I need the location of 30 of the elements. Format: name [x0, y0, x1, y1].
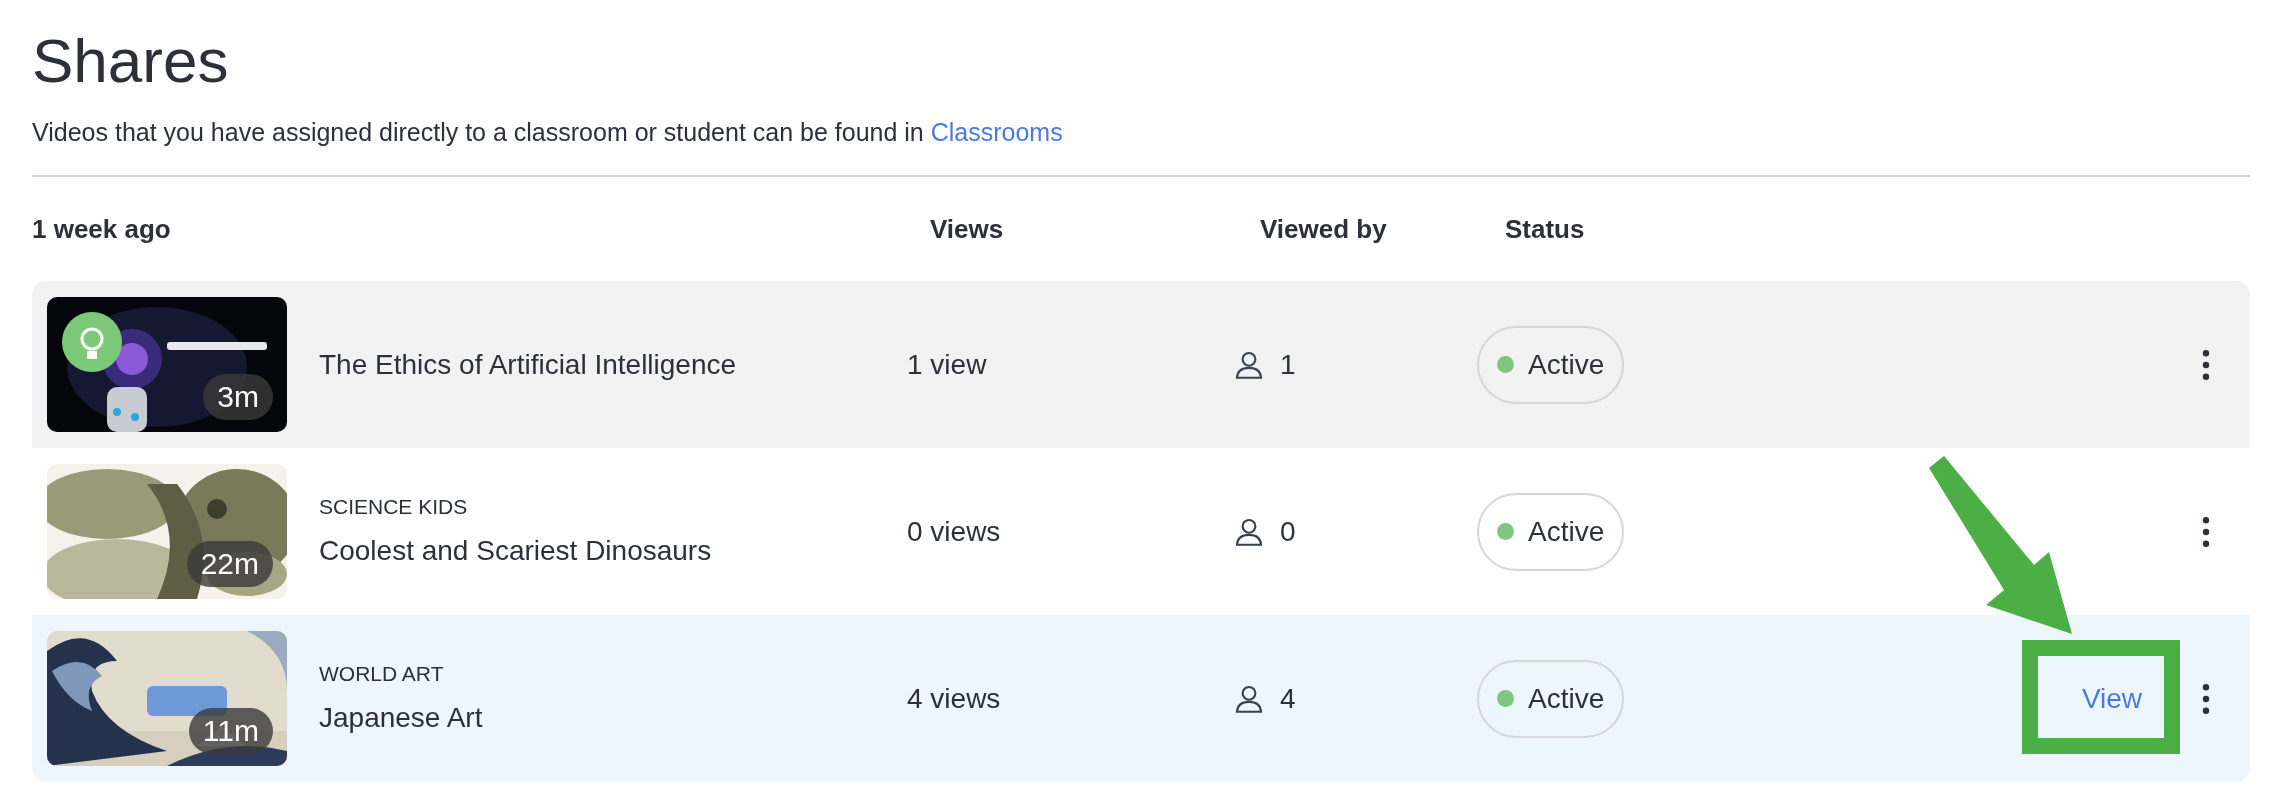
status-label: Active	[1528, 347, 1605, 382]
video-category: SCIENCE KIDS	[319, 493, 469, 520]
more-icon[interactable]	[2202, 348, 2210, 381]
video-title[interactable]: The Ethics of Artificial Intelligence	[319, 343, 907, 386]
video-category: WORLD ART	[319, 660, 445, 687]
video-thumbnail[interactable]: 11m	[47, 631, 287, 766]
video-title[interactable]: Japanese Art	[319, 697, 907, 740]
column-header: Status	[1505, 212, 1585, 246]
video-thumbnail[interactable]: 22m	[47, 464, 287, 599]
column-header: Views	[930, 212, 1005, 246]
view-button[interactable]: View	[2052, 658, 2172, 739]
status-label: Active	[1528, 514, 1605, 549]
column-header: Viewed by	[1260, 212, 1388, 246]
views-count: 4 views	[907, 681, 1002, 716]
group-label: 1 week ago	[32, 212, 172, 246]
share-row[interactable]: 3m The Ethics of Artificial Intelligence 1 view 1 Active	[32, 281, 2250, 448]
viewer-count: 0	[1280, 514, 1296, 549]
viewer-count: 1	[1280, 347, 1296, 382]
more-icon[interactable]	[2202, 515, 2210, 548]
views-count: 0 views	[907, 514, 1002, 549]
video-thumbnail[interactable]: 3m	[47, 297, 287, 432]
views-count: 1 view	[907, 347, 988, 382]
page-subtitle: Videos that you have assigned directly to a classroom or student can be found in Classrooms	[32, 116, 1064, 148]
classrooms-link[interactable]: Classrooms	[930, 117, 1063, 146]
more-icon[interactable]	[2202, 682, 2210, 715]
share-row[interactable]: 11m WORLD ART Japanese Art 4 views 4 Active View	[32, 615, 2250, 782]
video-title[interactable]: Coolest and Scariest Dinosaurs	[319, 530, 907, 573]
page-title: Shares	[32, 25, 230, 97]
viewer-count: 4	[1280, 681, 1296, 716]
status-label: Active	[1528, 681, 1605, 716]
